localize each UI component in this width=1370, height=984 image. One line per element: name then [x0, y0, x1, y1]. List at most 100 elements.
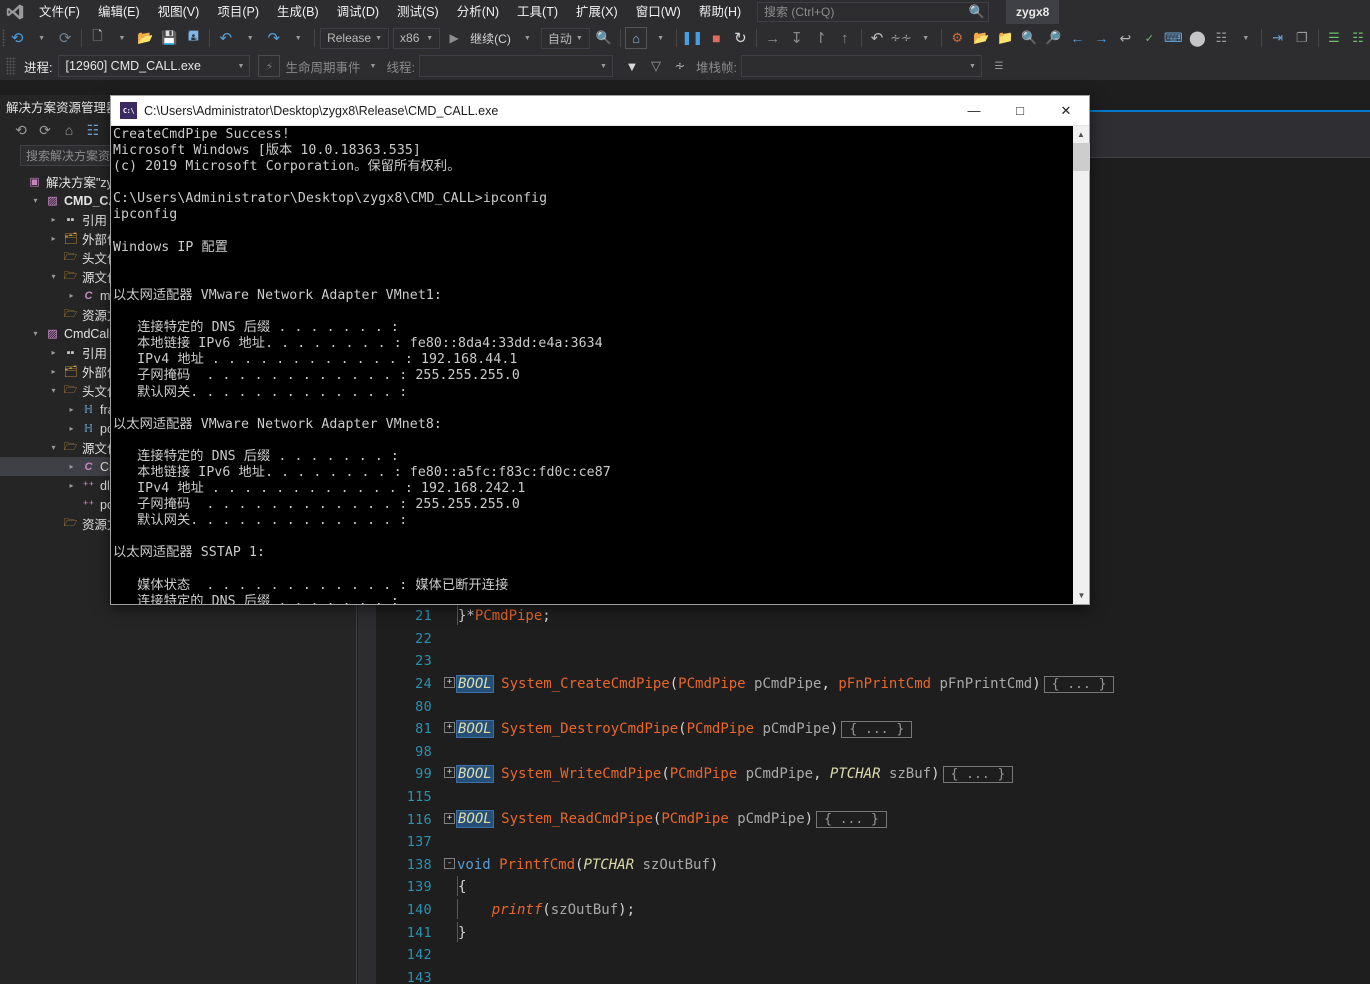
se-back-icon[interactable]: ⟲	[10, 120, 32, 140]
lifecycle-dropdown-icon[interactable]: ▼	[362, 55, 384, 77]
undo-icon[interactable]: ↶	[215, 27, 237, 49]
save-icon[interactable]: 💾	[158, 27, 180, 49]
pause-icon[interactable]: ❚❚	[681, 27, 704, 49]
platform-combo[interactable]: x86 ▼	[393, 27, 441, 49]
start-debug-icon[interactable]: ▶	[443, 27, 465, 49]
process-combo[interactable]: [12960] CMD_CALL.exe ▼	[58, 55, 251, 77]
new-project-dropdown-icon[interactable]: ▼	[110, 27, 132, 49]
menu-debug[interactable]: 调试(D)	[328, 0, 388, 24]
compare-dropdown-icon[interactable]: ▼	[914, 27, 936, 49]
code-line[interactable]: 81 + BOOL System_DestroyCmdPipe(PCmdPipe p…	[358, 718, 1370, 741]
search-input[interactable]	[758, 5, 966, 19]
code-line[interactable]: 139 {	[358, 876, 1370, 899]
code-line[interactable]: 143	[358, 967, 1370, 984]
twisty-collapsed-icon[interactable]: ▸	[46, 367, 61, 376]
twisty-collapsed-icon[interactable]: ▸	[46, 234, 61, 243]
magnifier-icon[interactable]: 🔍	[1018, 27, 1040, 49]
console-title-bar[interactable]: C:\ C:\Users\Administrator\Desktop\zygx8…	[111, 96, 1089, 126]
console-output-area[interactable]: CreateCmdPipe Success! Microsoft Windows…	[111, 126, 1089, 604]
twisty-collapsed-icon[interactable]: ▸	[64, 405, 79, 414]
arrow-right-icon[interactable]: →	[1090, 27, 1112, 49]
step-out-icon[interactable]: ↾	[810, 27, 832, 49]
code-line[interactable]: 24 + BOOL System_CreateCmdPipe(PCmdPipe pC…	[358, 673, 1370, 696]
undo-dropdown-icon[interactable]: ▼	[239, 27, 261, 49]
arrow-left-icon[interactable]: ←	[1066, 27, 1088, 49]
global-search-box[interactable]: 🔍	[757, 2, 989, 22]
thread-combo[interactable]: ▼	[418, 55, 613, 77]
twisty-collapsed-icon[interactable]: ▸	[64, 291, 79, 300]
navigate-forward-icon[interactable]: ⟳	[54, 27, 76, 49]
se-home-icon[interactable]: ⌂	[58, 120, 80, 140]
code-line[interactable]: 142	[358, 944, 1370, 967]
navigate-back-icon[interactable]: ⟲	[6, 27, 28, 49]
compare-icon[interactable]: ∻∻	[890, 27, 912, 49]
menu-tools[interactable]: 工具(T)	[508, 0, 567, 24]
console-window[interactable]: C:\ C:\Users\Administrator\Desktop\zygx8…	[110, 95, 1090, 605]
back-arrow-icon[interactable]: ↶	[866, 27, 888, 49]
target-combo[interactable]: 自动 ▼	[540, 27, 590, 49]
folder-open-icon[interactable]: 📂	[970, 27, 992, 49]
outline-icon[interactable]: ☰	[1323, 27, 1345, 49]
stackframe-combo[interactable]: ▼	[740, 55, 982, 77]
twisty-collapsed-icon[interactable]: ▸	[64, 424, 79, 433]
search-icon[interactable]: 🔍	[966, 4, 988, 20]
lifecycle-label[interactable]: 生命周期事件	[285, 57, 360, 76]
twisty-expanded-icon[interactable]: ▾	[28, 196, 43, 205]
twisty-expanded-icon[interactable]: ▾	[46, 386, 61, 395]
expand-region-icon[interactable]: +	[444, 767, 455, 779]
menu-view[interactable]: 视图(V)	[149, 0, 209, 24]
close-icon[interactable]: ✕	[1043, 96, 1089, 126]
menu-help[interactable]: 帮助(H)	[690, 0, 750, 24]
redo-icon[interactable]: ↷	[263, 27, 285, 49]
spellcheck-abc-icon[interactable]: ✓	[1138, 27, 1160, 49]
code-line[interactable]: 21}*PCmdPipe;	[358, 605, 1370, 628]
debug-toolbar-overflow-icon[interactable]: ☰	[988, 55, 1010, 77]
twisty-collapsed-icon[interactable]: ▸	[64, 481, 79, 490]
redo-dropdown-icon[interactable]: ▼	[287, 27, 309, 49]
twisty-expanded-icon[interactable]: ▾	[46, 443, 61, 452]
format-icon[interactable]: ☷	[1210, 27, 1232, 49]
code-line[interactable]: 22	[358, 628, 1370, 651]
menu-build[interactable]: 生成(B)	[268, 0, 328, 24]
navigate-back-dropdown-icon[interactable]: ▼	[30, 27, 52, 49]
menu-analyze[interactable]: 分析(N)	[448, 0, 508, 24]
step-over-icon[interactable]: →	[762, 27, 784, 49]
menu-test[interactable]: 测试(S)	[388, 0, 448, 24]
step-up-icon[interactable]: ↑	[834, 27, 856, 49]
code-line[interactable]: 99 + BOOL System_WriteCmdPipe(PCmdPipe pCm…	[358, 763, 1370, 786]
minimize-icon[interactable]: —	[951, 96, 997, 126]
twisty-collapsed-icon[interactable]: ▸	[46, 348, 61, 357]
configuration-combo[interactable]: Release ▼	[320, 27, 390, 49]
continue-button-label[interactable]: 继续(C)	[466, 30, 515, 47]
code-line[interactable]: 116 + BOOL System_ReadCmdPipe(PCmdPipe pCm…	[358, 808, 1370, 831]
se-pending-changes-icon[interactable]: ☷	[82, 120, 104, 140]
format-dropdown-icon[interactable]: ▼	[1234, 27, 1256, 49]
menu-extensions[interactable]: 扩展(X)	[567, 0, 627, 24]
menu-project[interactable]: 项目(P)	[208, 0, 268, 24]
collapse-region-icon[interactable]: -	[444, 858, 455, 870]
continue-dropdown-icon[interactable]: ▼	[516, 27, 538, 49]
filter-clear-icon[interactable]: ▽	[645, 55, 667, 77]
code-line[interactable]: 98	[358, 741, 1370, 764]
stop-icon[interactable]: ■	[705, 27, 727, 49]
filter-icon[interactable]: ▼	[621, 55, 643, 77]
toolbar-grip[interactable]	[2, 29, 6, 47]
twisty-collapsed-icon[interactable]: ▸	[64, 462, 79, 471]
twisty-expanded-icon[interactable]: ▾	[46, 272, 61, 281]
menu-file[interactable]: 文件(F)	[30, 0, 89, 24]
magnifier-plus-icon[interactable]: 🔎	[1042, 27, 1064, 49]
code-line[interactable]: 80	[358, 695, 1370, 718]
code-line[interactable]: 115	[358, 786, 1370, 809]
outline-alt-icon[interactable]: ☷	[1347, 27, 1369, 49]
twisty-expanded-icon[interactable]: ▾	[28, 329, 43, 338]
step-into-icon[interactable]: ↧	[786, 27, 808, 49]
save-all-icon[interactable]: 🖪	[182, 27, 204, 49]
home-dropdown-icon[interactable]: ▼	[649, 27, 671, 49]
console-scrollbar[interactable]: ▲ ▼	[1072, 126, 1090, 604]
copy-icon[interactable]: ❐	[1291, 27, 1313, 49]
find-in-files-icon[interactable]: 🔍	[593, 27, 615, 49]
debug-settings-icon[interactable]: ⚙	[946, 27, 968, 49]
folder-search-icon[interactable]: 📁	[994, 27, 1016, 49]
comment-bubble-icon[interactable]: ⬤	[1186, 27, 1208, 49]
code-line[interactable]: 138 - void PrintfCmd(PTCHAR szOutBuf)	[358, 854, 1370, 877]
